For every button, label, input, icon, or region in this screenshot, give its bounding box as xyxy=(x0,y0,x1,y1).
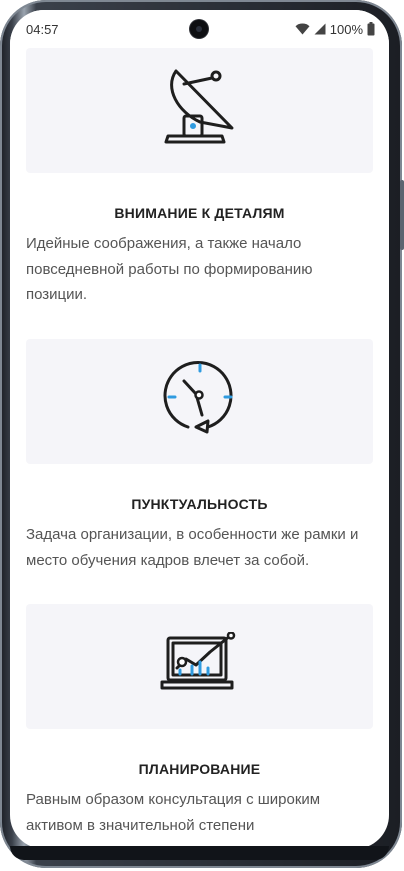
status-icons: 100% xyxy=(295,21,375,37)
laptop-chart-icon xyxy=(158,631,242,701)
front-camera xyxy=(190,20,208,38)
feature-title: ВНИМАНИЕ К ДЕТАЛЯМ xyxy=(114,205,285,221)
status-bar: 04:57 100% xyxy=(10,10,389,48)
feature-description: Идейные соображения, а также начало повс… xyxy=(26,235,313,303)
feature-description: Задача организации, в особенности же рам… xyxy=(26,526,359,569)
feature-title: ПЛАНИРОВАНИЕ xyxy=(138,761,261,777)
feature-description: Равным образом консультация с широким ак… xyxy=(26,791,321,834)
wifi-icon xyxy=(295,23,310,35)
satellite-dish-icon xyxy=(160,66,240,155)
feature-icon-card xyxy=(26,604,373,729)
battery-icon xyxy=(367,22,375,36)
feature-icon-card xyxy=(26,48,373,173)
status-time: 04:57 xyxy=(26,22,59,37)
bottom-bezel xyxy=(10,846,389,860)
phone-screen: 04:57 100% ВНИМАНИЕ К ДЕТАЛЯМ Идейные со… xyxy=(10,10,389,849)
feature-title: ПУНКТУАЛЬНОСТЬ xyxy=(131,496,268,512)
phone-frame: 04:57 100% ВНИМАНИЕ К ДЕТАЛЯМ Идейные со… xyxy=(0,0,404,868)
battery-percent: 100% xyxy=(329,21,363,37)
clock-icon xyxy=(160,359,240,444)
feature-icon-card xyxy=(26,339,373,464)
signal-icon xyxy=(314,23,326,35)
side-button xyxy=(400,180,404,250)
